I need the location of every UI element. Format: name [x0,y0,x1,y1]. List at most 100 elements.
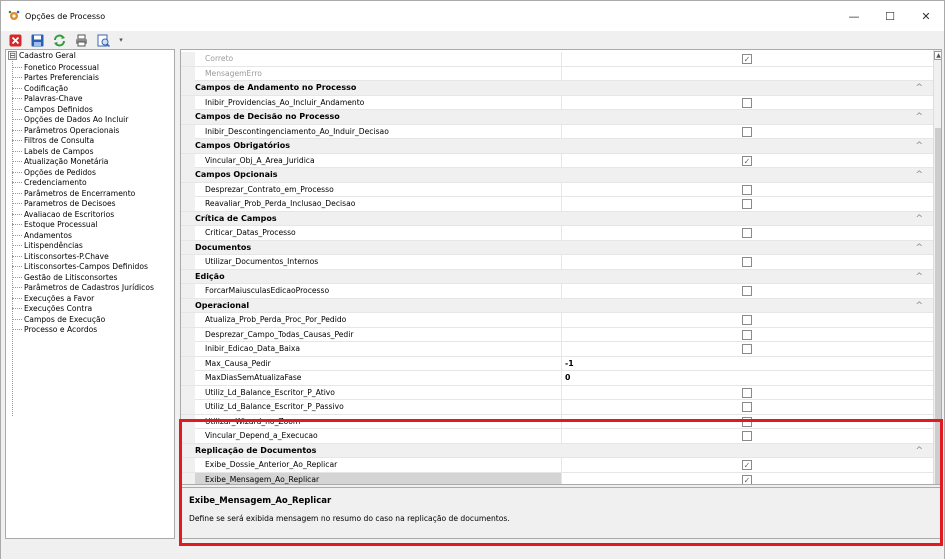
tree-item[interactable]: Atualização Monetária [12,157,108,168]
vertical-scrollbar[interactable]: ▲ [933,50,941,484]
property-value[interactable]: ✓ [561,52,933,66]
property-row[interactable]: Exibe_Mensagem_Ao_Replicar ✓ [181,472,933,484]
save-icon[interactable] [29,33,45,47]
tree-item[interactable]: Palavras-Chave [12,94,83,105]
property-value[interactable] [561,385,933,400]
property-value[interactable] [561,124,933,139]
property-row[interactable]: Vincular_Obj_A_Area_Juridica ✓ [181,153,933,168]
refresh-icon[interactable] [51,33,67,47]
property-row[interactable]: MensagemErro [181,66,933,81]
property-value[interactable] [561,66,933,81]
tree-item[interactable]: Parâmetros Operacionais [12,125,119,136]
category-row[interactable]: Edição ^ [181,269,933,284]
collapse-chevron-icon[interactable]: ^ [915,446,923,456]
property-row[interactable]: Utiliz_Ld_Balance_Escritor_P_Passivo [181,400,933,415]
tree-item[interactable]: Litisconsortes-P.Chave [12,251,109,262]
property-row[interactable]: Inibir_Edicao_Data_Baixa [181,342,933,357]
property-row[interactable]: Utilizar_Documentos_Internos [181,255,933,270]
category-row[interactable]: Campos de Decisão no Processo ^ [181,110,933,125]
property-value[interactable] [561,313,933,327]
property-row[interactable]: Desprezar_Contrato_em_Processo [181,182,933,197]
tree-root[interactable]: ⊟ Cadastro Geral [8,51,76,60]
tree-item[interactable]: Processo e Acordos [12,325,97,336]
category-row[interactable]: Operacional ^ [181,298,933,313]
scroll-thumb[interactable] [935,128,941,484]
tree-item[interactable]: Estoque Processual [12,220,97,231]
category-row[interactable]: Campos Opcionais ^ [181,168,933,183]
collapse-chevron-icon[interactable]: ^ [915,272,923,282]
tree-item[interactable]: Labels de Campos [12,146,94,157]
tree-item[interactable]: Campos Definidos [12,104,93,115]
tree-item[interactable]: Litisconsortes-Campos Definidos [12,262,148,273]
checkbox[interactable] [742,286,752,296]
property-row[interactable]: Exibe_Dossie_Anterior_Ao_Replicar ✓ [181,458,933,473]
property-row[interactable]: Inibir_Providencias_Ao_Incluir_Andamento [181,95,933,110]
maximize-button[interactable]: ☐ [872,1,908,31]
collapse-chevron-icon[interactable]: ^ [915,243,923,253]
tree-item[interactable]: Execuções Contra [12,304,92,315]
checkbox[interactable] [742,344,752,354]
tree-item[interactable]: Fonetico Processual [12,62,99,73]
checkbox[interactable] [742,431,752,441]
property-value[interactable] [561,429,933,443]
minimize-button[interactable]: — [836,1,872,31]
property-value[interactable] [561,197,933,211]
category-row[interactable]: Documentos ^ [181,240,933,255]
tree-item[interactable]: Opções de Pedidos [12,167,96,178]
close-button[interactable]: ✕ [908,1,944,31]
checkbox[interactable] [742,184,752,195]
property-row[interactable]: Atualiza_Prob_Perda_Proc_Por_Pedido [181,313,933,328]
category-row[interactable]: Replicação de Documentos ^ [181,443,933,458]
category-row[interactable]: Campos Obrigatórios ^ [181,139,933,154]
collapse-chevron-icon[interactable]: ^ [915,301,923,311]
property-value[interactable] [561,226,933,240]
property-row[interactable]: MaxDiasSemAtualizaFase 0 [181,371,933,386]
property-row[interactable]: Vincular_Depend_a_Execucao [181,429,933,444]
collapse-icon[interactable]: ⊟ [8,51,17,60]
checkbox[interactable]: ✓ [742,460,752,470]
checkbox[interactable] [742,416,752,427]
property-value[interactable]: ✓ [561,153,933,168]
property-value[interactable] [561,95,933,110]
property-row[interactable]: Utilizar_Wizard_no_Zoom [181,414,933,429]
property-row[interactable]: Reavaliar_Prob_Perda_Inclusao_Decisao [181,197,933,212]
property-value[interactable] [561,327,933,342]
tree-item[interactable]: Gestão de Litisconsortes [12,272,117,283]
property-value[interactable] [561,400,933,414]
checkbox[interactable]: ✓ [742,54,752,64]
property-value[interactable] [561,182,933,197]
checkbox[interactable] [742,402,752,412]
property-value[interactable]: ✓ [561,472,933,484]
property-value[interactable]: -1 [561,356,933,371]
tree-item[interactable]: Filtros de Consulta [12,136,94,147]
category-row[interactable]: Crítica de Campos ^ [181,211,933,226]
collapse-chevron-icon[interactable]: ^ [915,214,923,224]
tree-item[interactable]: Parametros de Decisoes [12,199,116,210]
tree-item[interactable]: Credenciamento [12,178,87,189]
dropdown-arrow-icon[interactable]: ▾ [117,33,125,47]
checkbox[interactable]: ✓ [742,474,752,484]
checkbox[interactable] [742,126,752,137]
checkbox[interactable] [742,257,752,267]
collapse-chevron-icon[interactable]: ^ [915,170,923,180]
close-red-icon[interactable] [7,33,23,47]
property-value[interactable]: ✓ [561,458,933,472]
checkbox[interactable] [742,97,752,108]
collapse-chevron-icon[interactable]: ^ [915,141,923,151]
property-value[interactable]: 0 [561,371,933,385]
tree-item[interactable]: Partes Preferenciais [12,73,99,84]
print-icon[interactable] [73,33,89,47]
collapse-chevron-icon[interactable]: ^ [915,112,923,122]
property-value[interactable] [561,284,933,298]
scroll-up-icon[interactable]: ▲ [934,51,941,60]
property-row[interactable]: Utiliz_Ld_Balance_Escritor_P_Ativo [181,385,933,400]
tree-item[interactable]: Execuções a Favor [12,293,94,304]
collapse-chevron-icon[interactable]: ^ [915,83,923,93]
property-row[interactable]: Desprezar_Campo_Todas_Causas_Pedir [181,327,933,342]
property-row[interactable]: ForcarMaiusculasEdicaoProcesso [181,284,933,299]
tree-item[interactable]: Parâmetros de Cadastros Jurídicos [12,283,154,294]
checkbox[interactable] [742,329,752,340]
tree-item[interactable]: Litispendências [12,241,83,252]
checkbox[interactable] [742,315,752,325]
property-value[interactable] [561,342,933,356]
